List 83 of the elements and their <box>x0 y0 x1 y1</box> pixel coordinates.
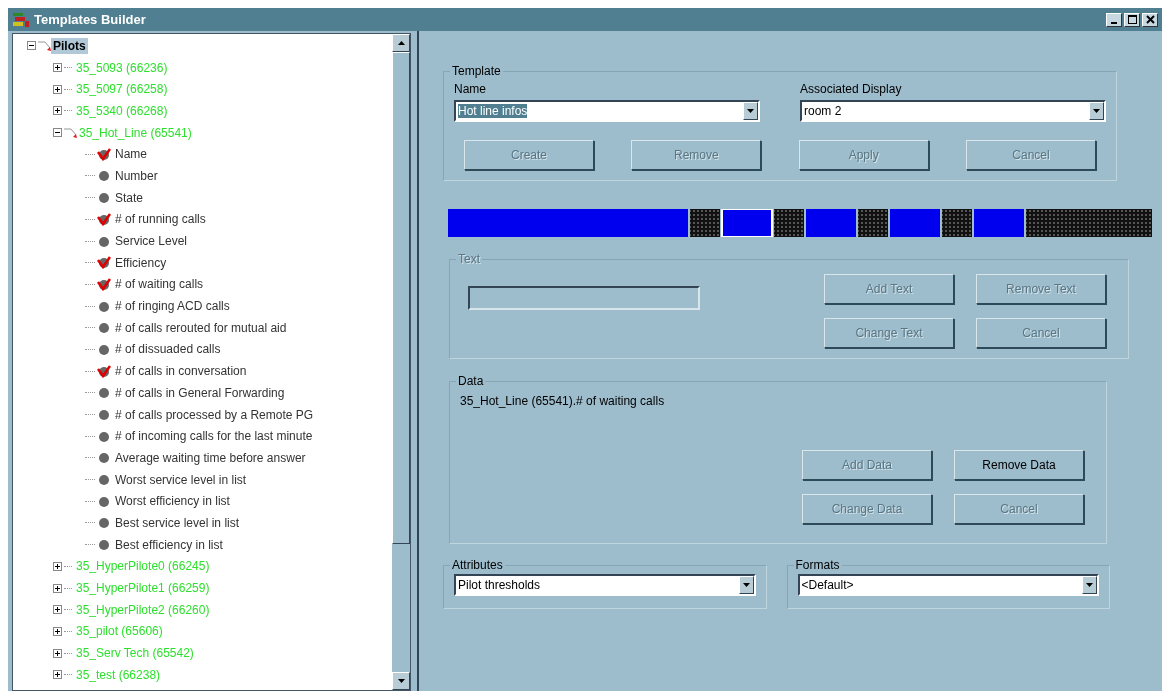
checked-dot-icon[interactable] <box>97 277 111 291</box>
dot-icon[interactable] <box>97 516 111 530</box>
expand-toggle[interactable] <box>53 605 62 615</box>
expand-toggle[interactable] <box>53 63 62 73</box>
tree-item[interactable]: Efficiency <box>113 254 169 271</box>
expand-toggle[interactable] <box>53 84 62 94</box>
expand-toggle[interactable] <box>27 41 36 51</box>
dot-icon[interactable] <box>97 429 111 443</box>
tree-item[interactable]: Service Level <box>113 233 190 250</box>
connector-arrow-icon <box>63 125 79 140</box>
expand-toggle[interactable] <box>53 670 62 680</box>
display-combo[interactable]: room 2 <box>800 100 1106 122</box>
dot-icon[interactable] <box>97 234 111 248</box>
group-title: Attributes <box>451 558 504 572</box>
caret-up-icon <box>397 41 405 45</box>
expand-toggle[interactable] <box>53 626 62 636</box>
dot-icon[interactable] <box>97 494 111 508</box>
caret-down-icon <box>1086 583 1093 587</box>
tree-item[interactable]: # of calls rerouted for mutual aid <box>113 319 289 336</box>
dot-icon[interactable] <box>97 299 111 313</box>
group-title: Template <box>451 64 502 78</box>
scroll-down-button[interactable] <box>392 672 410 690</box>
minimize-button[interactable] <box>1106 12 1122 27</box>
tree-item[interactable]: Best service level in list <box>113 514 242 531</box>
dot-icon[interactable] <box>97 451 111 465</box>
checked-dot-icon[interactable] <box>97 212 111 226</box>
checked-dot-icon[interactable] <box>97 256 111 270</box>
field-label: Associated Display <box>800 82 903 96</box>
name-combo[interactable]: Hot line infos <box>454 100 760 122</box>
tree-item[interactable]: # of ringing ACD calls <box>113 298 232 315</box>
minimize-icon <box>1111 21 1117 24</box>
dot-icon[interactable] <box>97 473 111 487</box>
checked-dot-icon[interactable] <box>97 364 111 378</box>
attributes-combo[interactable]: Pilot thresholds <box>454 574 756 596</box>
close-icon <box>1145 15 1155 24</box>
tree-item[interactable]: Worst service level in list <box>113 471 249 488</box>
tree-item[interactable]: Worst efficiency in list <box>113 493 232 510</box>
caret-down-icon <box>747 109 754 113</box>
maximize-icon <box>1127 15 1137 24</box>
data-path-text: 35_Hot_Line (65541).# of waiting calls <box>460 394 666 408</box>
tree-item[interactable]: Name <box>113 146 149 163</box>
field-label: Name <box>454 82 487 96</box>
group-title: Formats <box>794 558 841 572</box>
tree-item[interactable]: # of calls processed by a Remote PG <box>113 406 316 423</box>
tree-item[interactable]: Number <box>113 167 160 184</box>
tree-item[interactable]: # of waiting calls <box>113 276 206 293</box>
dot-icon[interactable] <box>97 321 111 335</box>
tree-item[interactable]: # of calls in General Forwarding <box>113 384 287 401</box>
group-title: Text <box>457 252 481 266</box>
dot-icon[interactable] <box>97 538 111 552</box>
expand-toggle[interactable] <box>53 561 62 571</box>
expand-toggle[interactable] <box>53 583 62 593</box>
dot-icon[interactable] <box>97 386 111 400</box>
expand-toggle[interactable] <box>53 106 62 116</box>
scrollbar[interactable] <box>392 34 410 690</box>
caret-down-icon <box>397 679 405 683</box>
scroll-thumb[interactable] <box>392 52 410 544</box>
caret-down-icon <box>1093 109 1100 113</box>
tree-item[interactable]: # of calls in conversation <box>113 363 249 380</box>
tree-item[interactable]: # of running calls <box>113 211 208 228</box>
tree-item[interactable]: State <box>113 189 146 206</box>
expand-toggle[interactable] <box>53 648 62 658</box>
connector-arrow-icon <box>37 38 53 53</box>
maximize-button[interactable] <box>1124 12 1140 27</box>
tree-item[interactable]: Best efficiency in list <box>113 536 225 553</box>
tree-item[interactable]: # of dissuaded calls <box>113 341 223 358</box>
tree-item[interactable]: Average waiting time before answer <box>113 449 308 466</box>
dot-icon[interactable] <box>97 408 111 422</box>
expand-toggle[interactable] <box>53 128 62 138</box>
caret-down-icon <box>742 583 750 587</box>
window-title: Templates Builder <box>34 12 146 27</box>
dot-icon[interactable] <box>97 191 111 205</box>
dot-icon[interactable] <box>97 169 111 183</box>
dot-icon[interactable] <box>97 342 111 356</box>
scroll-up-button[interactable] <box>392 34 410 52</box>
formats-combo[interactable]: <Default> <box>797 574 1099 596</box>
group-title: Data <box>457 374 485 388</box>
tree-item[interactable]: # of incoming calls for the last minute <box>113 428 315 445</box>
checked-dot-icon[interactable] <box>97 147 111 161</box>
tree-item[interactable]: Pilots <box>51 37 88 54</box>
action-button[interactable]: Remove Data <box>954 450 1084 480</box>
app-icon <box>12 11 30 28</box>
close-button[interactable] <box>1142 12 1158 27</box>
